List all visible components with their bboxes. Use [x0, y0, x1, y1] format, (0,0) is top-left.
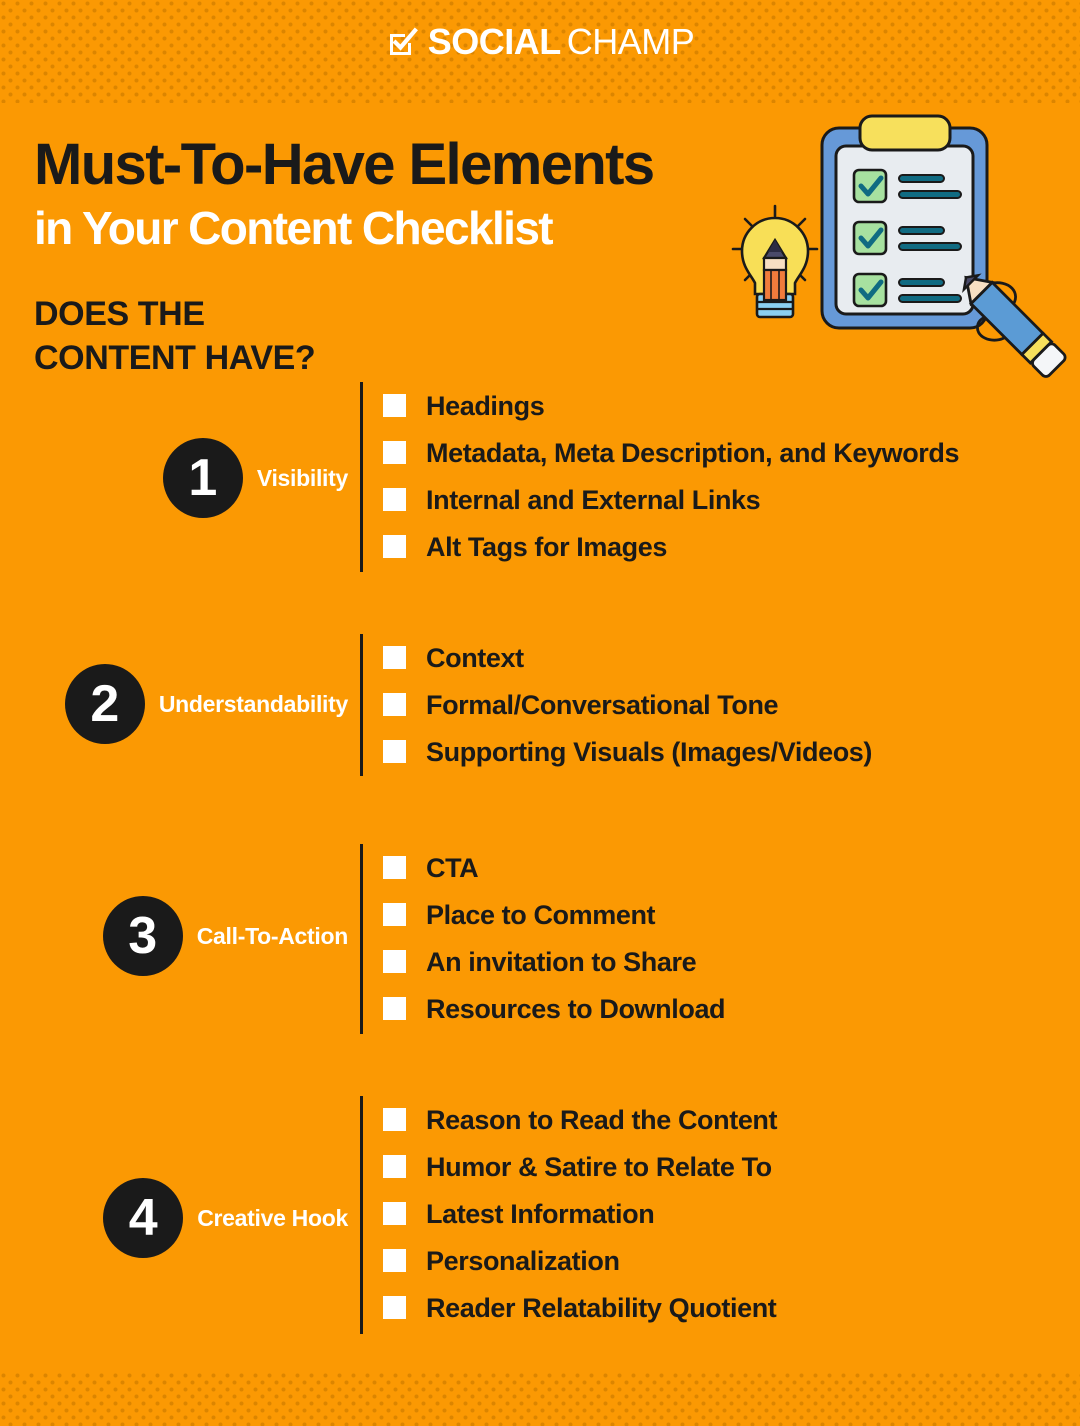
checklist-item-label: Context — [426, 642, 524, 673]
section-2-number-badge: 2 — [64, 664, 145, 744]
title-line-2: in Your Content Checklist — [34, 202, 554, 254]
title-line-1: Must-To-Have Elements — [34, 132, 655, 197]
section-2-heading: 2 Understandability — [0, 664, 348, 744]
checkbox-bullet[interactable] — [383, 903, 406, 926]
brand-logo: SOCIAL CHAMP — [0, 24, 1080, 60]
bottom-pattern-band — [0, 1372, 1080, 1426]
checklist-item-label: Internal and External Links — [426, 484, 761, 515]
clipboard-checklist-illustration — [712, 112, 1068, 378]
checklist-item-label: Metadata, Meta Description, and Keywords — [426, 437, 960, 468]
checkbox-bullet[interactable] — [383, 740, 406, 763]
checklist-item-label: Resources to Download — [426, 993, 726, 1024]
checkbox-bullet[interactable] — [383, 693, 406, 716]
section-3-items: CTA Place to Comment An invitation to Sh… — [383, 844, 726, 1032]
subtitle-line-2: CONTENT HAVE? — [34, 339, 316, 377]
checklist-item[interactable]: Latest Information — [383, 1190, 777, 1237]
checklist-item-label: Supporting Visuals (Images/Videos) — [426, 736, 873, 767]
checkbox-bullet[interactable] — [383, 997, 406, 1020]
checkbox-bullet[interactable] — [383, 394, 406, 417]
section-3-label: Call-To-Action — [196, 922, 349, 949]
checklist-item-label: Reader Relatability Quotient — [426, 1292, 777, 1323]
checkbox-bullet[interactable] — [383, 646, 406, 669]
infographic-page: SOCIAL CHAMP Must-To-Have Elements in Yo… — [0, 0, 1080, 1426]
section-1-items: Headings Metadata, Meta Description, and… — [383, 382, 960, 570]
checklist-item[interactable]: Metadata, Meta Description, and Keywords — [383, 429, 960, 476]
section-2-label: Understandability — [158, 690, 348, 717]
section-1-number-badge: 1 — [162, 438, 243, 518]
checklist-item[interactable]: Humor & Satire to Relate To — [383, 1143, 777, 1190]
section-4-number-badge: 4 — [103, 1178, 184, 1258]
subtitle: DOES THE CONTENT HAVE? — [34, 292, 316, 380]
checkbox-check-icon — [389, 27, 418, 55]
checkbox-bullet[interactable] — [383, 856, 406, 879]
checkbox-bullet[interactable] — [383, 1202, 406, 1225]
checklist-item-label: Reason to Read the Content — [426, 1104, 778, 1135]
checklist-item[interactable]: Reason to Read the Content — [383, 1096, 778, 1143]
checklist-item-label: Headings — [426, 390, 545, 421]
section-1-divider — [360, 382, 363, 572]
section-1-label: Visibility — [256, 464, 348, 491]
checklist-item[interactable]: Reader Relatability Quotient — [383, 1284, 777, 1331]
section-3-divider — [360, 844, 363, 1034]
checklist-item[interactable]: Internal and External Links — [383, 476, 959, 523]
checklist-item[interactable]: Personalization — [383, 1237, 777, 1284]
section-1-heading: 1 Visibility — [0, 438, 348, 518]
brand-name-light: CHAMP — [566, 21, 695, 62]
section-4-items: Reason to Read the Content Humor & Satir… — [383, 1096, 778, 1331]
checklist-item[interactable]: Supporting Visuals (Images/Videos) — [383, 728, 872, 775]
section-3-number-badge: 3 — [102, 896, 183, 976]
checkbox-bullet[interactable] — [383, 1108, 406, 1131]
checklist-item[interactable]: Resources to Download — [383, 985, 726, 1032]
page-title: Must-To-Have Elements in Your Content Ch… — [34, 132, 655, 256]
brand-name-bold: SOCIAL — [427, 21, 562, 62]
checklist-item[interactable]: Headings — [383, 382, 959, 429]
section-3-heading: 3 Call-To-Action — [0, 896, 348, 976]
checkbox-bullet[interactable] — [383, 1249, 406, 1272]
checkbox-bullet[interactable] — [383, 1155, 406, 1178]
subtitle-line-1: DOES THE — [34, 295, 205, 333]
checkbox-bullet[interactable] — [383, 1296, 406, 1319]
checklist-item-label: Humor & Satire to Relate To — [426, 1151, 772, 1182]
checkbox-bullet[interactable] — [383, 488, 406, 511]
section-2-divider — [360, 634, 363, 776]
checklist-item-label: Alt Tags for Images — [426, 531, 667, 562]
checklist-item[interactable]: An invitation to Share — [383, 938, 725, 985]
section-4-heading: 4 Creative Hook — [0, 1178, 348, 1258]
checklist-item[interactable]: Alt Tags for Images — [383, 523, 959, 570]
checkbox-bullet[interactable] — [383, 441, 406, 464]
checklist-item-label: Personalization — [426, 1245, 620, 1276]
checklist-item-label: Latest Information — [426, 1198, 655, 1229]
checklist-item[interactable]: Place to Comment — [383, 891, 725, 938]
section-4-label: Creative Hook — [197, 1204, 348, 1231]
checklist-item-label: Place to Comment — [426, 899, 656, 930]
section-4-divider — [360, 1096, 363, 1334]
checklist-item[interactable]: Formal/Conversational Tone — [383, 681, 872, 728]
checklist-item[interactable]: CTA — [383, 844, 725, 891]
section-2-items: Context Formal/Conversational Tone Suppo… — [383, 634, 872, 775]
checklist-item-label: Formal/Conversational Tone — [426, 689, 779, 720]
clipboard-clip-icon — [858, 114, 952, 152]
checkbox-bullet[interactable] — [383, 950, 406, 973]
checklist-item-label: CTA — [426, 852, 479, 883]
checklist-item[interactable]: Context — [383, 634, 872, 681]
checkbox-bullet[interactable] — [383, 535, 406, 558]
checklist-item-label: An invitation to Share — [426, 946, 697, 977]
